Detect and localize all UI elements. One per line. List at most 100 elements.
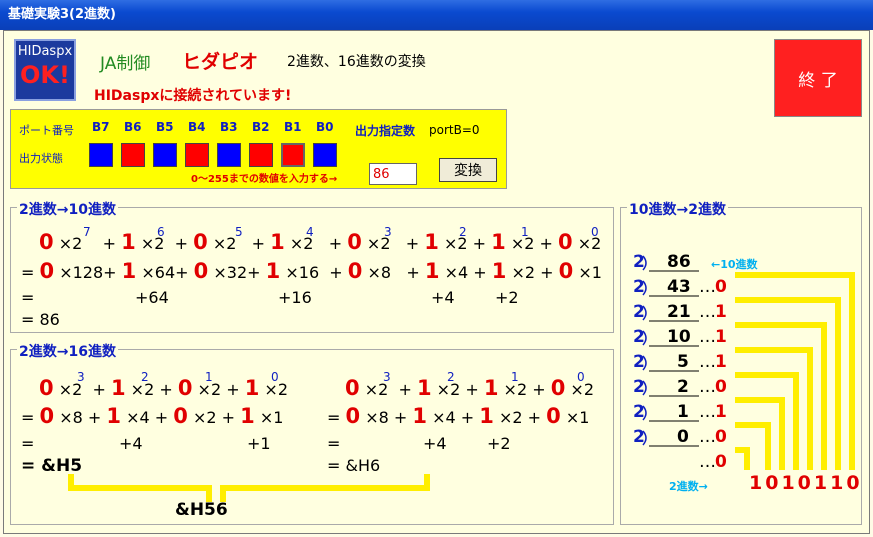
bit-label-b0: B0 [316,120,334,134]
bit-label-b2: B2 [252,120,270,134]
output-value-label: 出力指定数 [355,124,416,138]
weight-3: ×8 [367,263,392,282]
bit-digit-6: 1 [121,230,136,254]
bin-to-dec-powers-row: 0 ×2 + 1 ×2 + 0 ×2 + 1 ×2 + 0 ×2 + 1 ×2 … [39,230,602,254]
hex-combined-result: &H56 [175,500,228,520]
convert-button[interactable]: 変換 [439,158,497,182]
remainder-8: 0 [715,452,727,472]
bit-digit-1: 1 [491,230,506,254]
dots-5: … [699,377,716,397]
exponent-7: 7 [83,225,91,239]
dots-2: … [699,302,716,322]
weight-digit-5: 0 [193,259,209,283]
remainder-5: 0 [715,377,727,397]
connection-status: HIDaspxに接続されています! [94,88,292,104]
weight-0: ×1 [578,263,602,282]
remainder-6: 1 [715,402,727,422]
bin-to-dec-result: = 86 [21,310,60,329]
logo-text: HIDaspx [17,44,73,59]
bit-toggle-b7[interactable] [89,143,113,167]
remainder-2: 1 [715,302,727,322]
weight-digit-6: 1 [121,259,137,283]
weight-digit-0: 0 [558,259,574,283]
ja-label: JA制御 [100,54,151,74]
exponent-4: 4 [306,225,314,239]
weight-digit-4: 1 [265,259,281,283]
subtitle: 2進数、16進数の変換 [287,54,426,70]
port-number-label: ポート番号 [19,124,74,137]
bit-digit-4: 1 [270,230,285,254]
dec-to-bin-frame: 10進数→2進数 2 86 ←10進数 2 43 … 0 2 21 … 1 2 … [620,199,862,525]
bit-label-b6: B6 [124,120,142,134]
value-input[interactable] [369,163,417,185]
bin-to-dec-frame: 2進数→10進数 0 ×2 + 1 ×2 + 0 ×2 + 1 ×2 + 0 ×… [10,199,614,333]
partial-4: +4 [431,288,455,307]
weight-digit-7: 0 [39,259,55,283]
bit-label-b3: B3 [220,120,238,134]
bit-label-b1: B1 [284,120,302,134]
exit-button[interactable]: 終 了 [774,39,862,117]
weight-5: ×32+ [213,263,261,282]
bit-toggle-b6[interactable] [121,143,145,167]
quotient-21: 21 [667,302,691,322]
bin-to-hex-frame: 2進数→16進数 0 ×2 + 1 ×2 + 0 ×2 + 1 ×2 3 2 1… [10,341,614,525]
bit-digit-0: 0 [558,230,573,254]
bit-label-b7: B7 [92,120,110,134]
remainder-3: 1 [715,327,727,347]
binary-note: 2進数→ [669,480,708,493]
bin-to-dec-weights-row: = 0 ×128+ 1 ×64+ 0 ×32+ 1 ×16 + 0 ×8 + 1… [21,259,602,283]
client-area: HIDaspx OK! JA制御 ヒダピオ 2進数、16進数の変換 HIDasp… [3,30,870,534]
remainder-7: 0 [715,427,727,447]
partials-equals: = [21,288,35,307]
hidaspx-logo: HIDaspx OK! [14,39,76,101]
input-hint: 0～255までの数値を入力する→ [191,174,338,185]
bit-toggle-b5[interactable] [153,143,177,167]
port-panel: ポート番号 出力状態 B7 B6 B5 B4 B3 B2 B1 B0 出力指定数… [10,109,507,189]
window-title: 基礎実験3(2進数) [0,0,873,30]
quotient-2: 2 [677,377,689,397]
logo-ok: OK! [20,61,70,89]
output-state-label: 出力状態 [19,152,63,165]
divisor-5: 2 [633,352,645,372]
bit-toggle-b4[interactable] [185,143,209,167]
exponent-5: 5 [235,225,243,239]
weight-digit-2: 1 [424,259,440,283]
partial-2: +2 [495,288,519,307]
bit-toggle-b3[interactable] [217,143,241,167]
exponent-6: 6 [157,225,165,239]
dots-3: … [699,327,716,347]
dots-8: … [699,452,716,472]
exponent-0: 0 [591,225,599,239]
bit-toggle-b2[interactable] [249,143,273,167]
quotient-1: 1 [677,402,689,422]
bit-digit-2: 1 [424,230,439,254]
quotient-5: 5 [677,352,689,372]
exponent-3: 3 [384,225,392,239]
dots-1: … [699,277,716,297]
quotient-0: 0 [677,427,689,447]
weight-7: ×128+ [59,263,117,282]
bit-label-b4: B4 [188,120,206,134]
weight-2: ×4 [444,263,469,282]
exponent-1: 1 [521,225,529,239]
divisor-1: 2 [633,252,645,272]
weight-1: ×2 [511,263,536,282]
quotient-10: 10 [667,327,691,347]
hidapio-label: ヒダピオ [182,51,259,73]
decimal-note: ←10進数 [711,258,758,271]
bit-toggle-b1[interactable] [281,143,305,167]
quotient-86: 86 [667,252,691,272]
divisor-4: 2 [633,327,645,347]
weight-4: ×16 [285,263,320,282]
dots-6: … [699,402,716,422]
divisor-8: 2 [633,427,645,447]
bit-digit-3: 0 [347,230,362,254]
quotient-43: 43 [667,277,691,297]
dots-4: … [699,352,716,372]
divisor-2: 2 [633,277,645,297]
weight-digit-3: 0 [347,259,363,283]
hex-brace [68,474,430,502]
bit-toggle-b0[interactable] [313,143,337,167]
bin-to-dec-title: 2進数→10進数 [17,199,118,219]
dots-7: … [699,427,716,447]
